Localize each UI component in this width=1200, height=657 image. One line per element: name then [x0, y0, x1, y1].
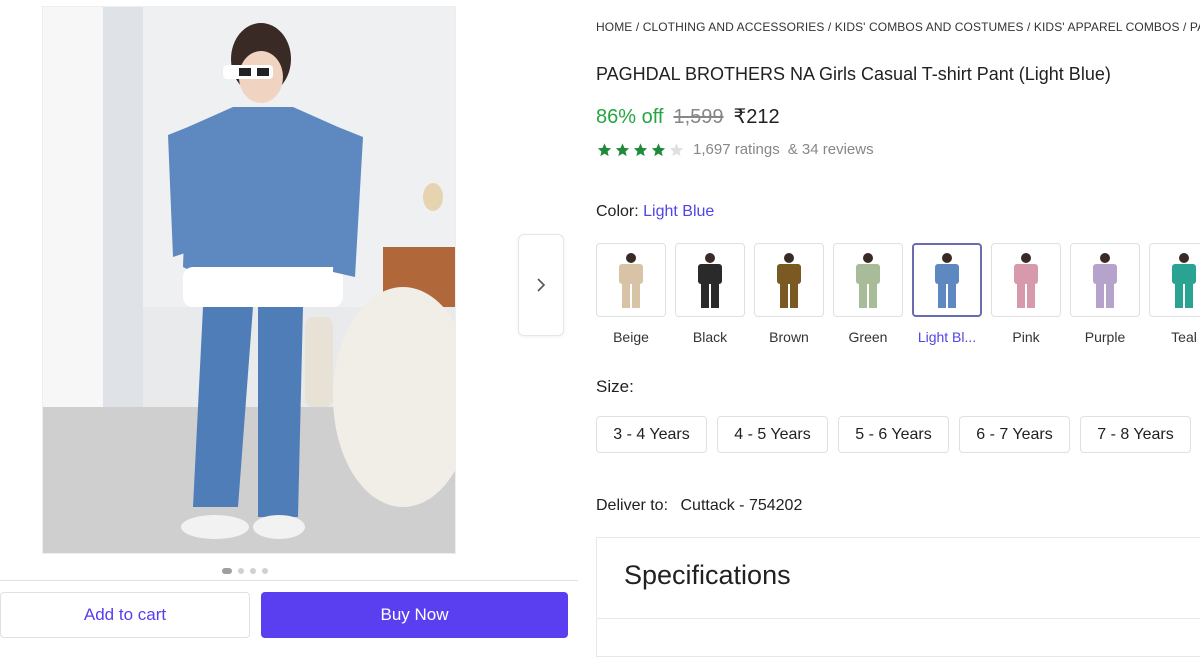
swatch-label: Light Bl...	[917, 329, 977, 345]
swatch-label: Black	[692, 329, 728, 345]
selected-color: Light Blue	[643, 203, 715, 220]
star-empty-icon	[669, 142, 684, 156]
color-swatch[interactable]: Black	[675, 243, 745, 345]
star-filled-icon	[615, 142, 630, 156]
swatch-thumbnail[interactable]	[833, 243, 903, 317]
star-filled-icon	[651, 142, 666, 156]
swatch-thumbnail[interactable]	[675, 243, 745, 317]
size-option[interactable]: 3 - 4 Years	[596, 416, 707, 453]
color-swatch[interactable]: Purple	[1070, 243, 1140, 345]
carousel-dot[interactable]	[250, 568, 256, 574]
swatch-label: Beige	[613, 329, 649, 345]
color-label: Color:	[596, 203, 639, 220]
selling-price: ₹212	[733, 106, 780, 128]
delivery-location[interactable]: Deliver to: Cuttack - 754202	[596, 497, 802, 515]
color-swatch-list: Beige Black Brown Green Light Bl... Pink…	[596, 243, 1200, 345]
reviews-count: & 34 reviews	[787, 141, 874, 158]
carousel-dot[interactable]	[222, 568, 232, 574]
specifications-panel	[596, 537, 1200, 657]
price-row: 86% off 1,599 ₹212	[596, 104, 780, 129]
original-price: 1,599	[673, 106, 724, 128]
add-to-cart-button[interactable]: Add to cart	[0, 592, 250, 638]
size-heading: Size:	[596, 377, 634, 396]
color-swatch[interactable]: Green	[833, 243, 903, 345]
chevron-right-icon	[537, 278, 546, 292]
size-options: 3 - 4 Years 4 - 5 Years 5 - 6 Years 6 - …	[596, 416, 1191, 453]
swatch-label: Purple	[1084, 329, 1126, 345]
product-main-image[interactable]	[42, 6, 456, 554]
swatch-label: Brown	[769, 329, 809, 345]
color-swatch[interactable]: Teal	[1149, 243, 1200, 345]
color-swatch[interactable]: Brown	[754, 243, 824, 345]
swatch-thumbnail[interactable]	[596, 243, 666, 317]
color-heading: Color: Light Blue	[596, 203, 714, 221]
swatch-label: Green	[848, 329, 888, 345]
swatch-label: Pink	[1012, 329, 1040, 345]
star-filled-icon	[597, 142, 612, 156]
specifications-title[interactable]: Specifications	[624, 560, 791, 591]
color-swatch[interactable]: Pink	[991, 243, 1061, 345]
size-option[interactable]: 6 - 7 Years	[959, 416, 1070, 453]
swatch-thumbnail[interactable]	[1070, 243, 1140, 317]
ratings-count: 1,697 ratings	[693, 141, 780, 158]
color-swatch-selected[interactable]: Light Bl...	[912, 243, 982, 345]
size-option[interactable]: 7 - 8 Years	[1080, 416, 1191, 453]
size-option[interactable]: 5 - 6 Years	[838, 416, 949, 453]
star-rating	[596, 142, 685, 158]
deliver-location[interactable]: Cuttack - 754202	[680, 497, 802, 514]
discount-percent: 86% off	[596, 106, 664, 128]
next-image-button[interactable]	[518, 234, 564, 336]
product-title: PAGHDAL BROTHERS NA Girls Casual T-shirt…	[596, 64, 1111, 84]
divider	[596, 618, 1200, 619]
breadcrumb[interactable]: HOME / CLOTHING AND ACCESSORIES / KIDS' …	[596, 20, 1200, 34]
carousel-dot[interactable]	[238, 568, 244, 574]
swatch-thumbnail[interactable]	[754, 243, 824, 317]
size-option[interactable]: 4 - 5 Years	[717, 416, 828, 453]
swatch-thumbnail[interactable]	[1149, 243, 1200, 317]
color-swatch[interactable]: Beige	[596, 243, 666, 345]
star-filled-icon	[633, 142, 648, 156]
carousel-dot[interactable]	[262, 568, 268, 574]
deliver-label: Deliver to:	[596, 497, 669, 514]
swatch-thumbnail[interactable]	[912, 243, 982, 317]
swatch-label: Teal	[1171, 329, 1197, 345]
swatch-thumbnail[interactable]	[991, 243, 1061, 317]
image-carousel-dots	[222, 568, 268, 574]
buy-now-button[interactable]: Buy Now	[261, 592, 568, 638]
rating-row[interactable]: 1,697 ratings & 34 reviews	[596, 141, 874, 158]
